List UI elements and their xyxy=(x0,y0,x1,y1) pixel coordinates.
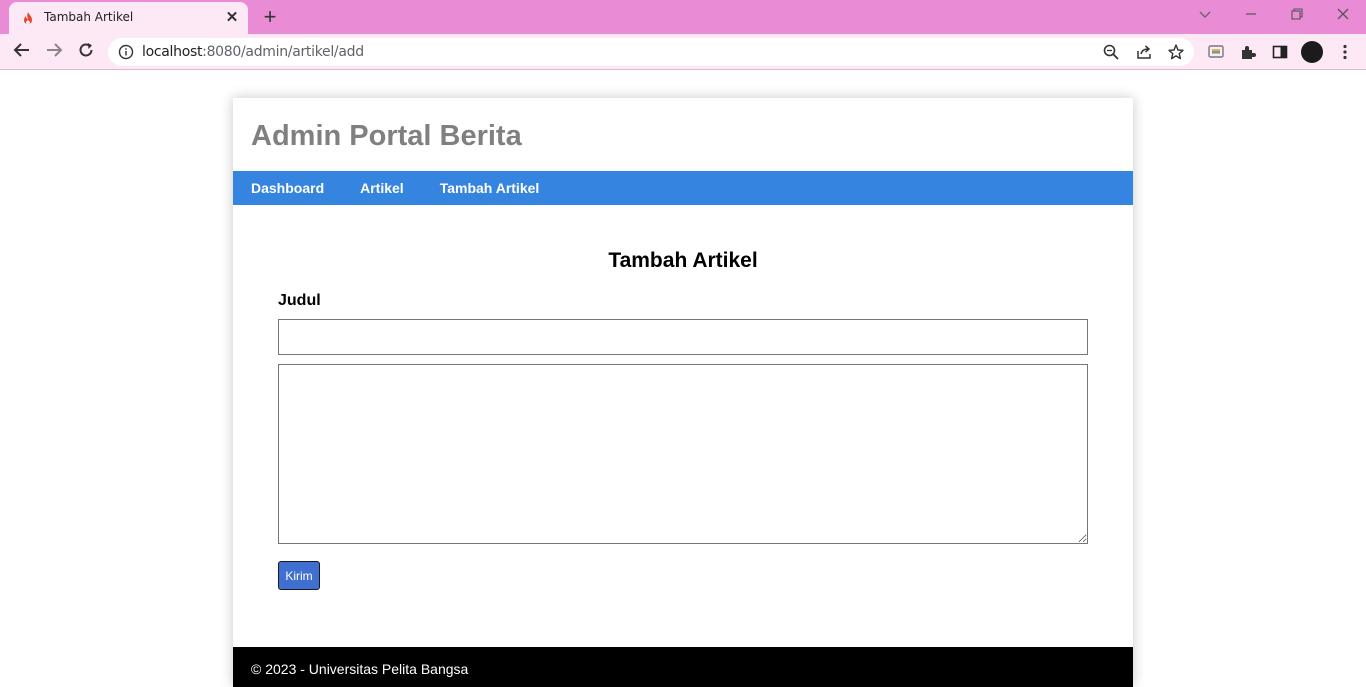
footer-text: © 2023 - Universitas Pelita Bangsa xyxy=(251,661,469,677)
extensions-icon[interactable] xyxy=(1239,43,1257,61)
page-heading: Tambah Artikel xyxy=(608,249,758,272)
restore-icon[interactable] xyxy=(1286,6,1308,26)
close-tab-icon[interactable]: ✕ xyxy=(223,9,241,27)
minimize-icon[interactable] xyxy=(1240,6,1262,26)
back-button[interactable] xyxy=(9,39,35,65)
reload-icon xyxy=(77,41,95,64)
site-header: Admin Portal Berita xyxy=(233,98,1133,171)
share-icon[interactable] xyxy=(1135,43,1153,61)
media-router-icon[interactable] xyxy=(1207,43,1225,61)
add-article-form: Judul Kirim xyxy=(278,292,1088,590)
close-window-icon[interactable] xyxy=(1332,6,1354,26)
forward-button[interactable] xyxy=(41,39,67,65)
profile-avatar[interactable] xyxy=(1301,41,1323,63)
new-tab-button[interactable]: + xyxy=(259,6,281,28)
submit-button[interactable]: Kirim xyxy=(278,561,320,590)
menu-dots-icon[interactable] xyxy=(1336,43,1354,61)
browser-tab-strip: Tambah Artikel ✕ + xyxy=(0,0,1366,34)
nav-dashboard[interactable]: Dashboard xyxy=(251,180,324,196)
arrow-right-icon xyxy=(45,41,63,64)
site-title: Admin Portal Berita xyxy=(251,120,522,152)
flame-icon xyxy=(21,11,35,25)
zoom-icon[interactable] xyxy=(1102,43,1120,61)
nav-artikel[interactable]: Artikel xyxy=(360,180,404,196)
nav-tambah-artikel[interactable]: Tambah Artikel xyxy=(440,180,540,196)
reload-button[interactable] xyxy=(73,39,99,65)
side-panel-icon[interactable] xyxy=(1271,43,1289,61)
url-path: :8080/admin/artikel/add xyxy=(202,44,364,60)
browser-tab[interactable]: Tambah Artikel ✕ xyxy=(9,2,248,34)
title-label: Judul xyxy=(278,292,321,309)
title-input[interactable] xyxy=(278,319,1088,355)
content-textarea[interactable] xyxy=(278,364,1088,544)
site-footer: © 2023 - Universitas Pelita Bangsa xyxy=(233,647,1133,687)
url-host: localhost xyxy=(142,44,203,60)
page-container: Admin Portal Berita Dashboard Artikel Ta… xyxy=(233,98,1133,687)
tab-search-icon[interactable] xyxy=(1194,6,1216,26)
address-bar[interactable]: localhost:8080/admin/artikel/add xyxy=(108,38,1194,66)
info-icon[interactable] xyxy=(118,44,134,60)
tab-title: Tambah Artikel xyxy=(44,10,134,24)
main-nav: Dashboard Artikel Tambah Artikel xyxy=(233,171,1133,205)
url-text[interactable]: localhost:8080/admin/artikel/add xyxy=(142,44,364,60)
main-content: Tambah Artikel Judul Kirim xyxy=(233,205,1133,647)
arrow-left-icon xyxy=(13,41,31,64)
browser-toolbar: localhost:8080/admin/artikel/add xyxy=(0,34,1366,70)
star-icon[interactable] xyxy=(1167,43,1185,61)
